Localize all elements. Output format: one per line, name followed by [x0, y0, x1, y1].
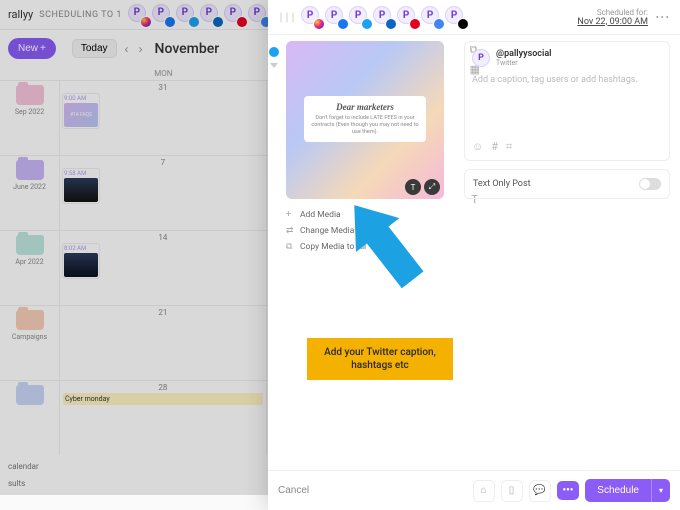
facebook-icon	[337, 18, 349, 30]
sidebar-folder[interactable]: Sep 2022	[0, 80, 60, 155]
linkedin-icon	[385, 18, 397, 30]
account-network: Twitter	[496, 59, 552, 67]
annotation-label: Add your Twitter caption, hashtags etc	[307, 338, 453, 380]
sidebar-folder[interactable]: Campaigns	[0, 305, 60, 380]
emoji-icon[interactable]: ☺	[472, 140, 483, 154]
month-label: November	[155, 41, 220, 57]
schedule-dropdown-button[interactable]: ▾	[651, 479, 670, 502]
scheduling-to-label: SCHEDULING TO 1	[39, 10, 122, 20]
media-body-text: Don't forget to include LATE FEES in you…	[310, 115, 420, 136]
plus-icon: +	[40, 43, 46, 54]
media-preview[interactable]: Dear marketers Don't forget to include L…	[286, 41, 444, 199]
text-only-row: Text Only Post	[464, 169, 670, 199]
linkedin-icon	[212, 16, 224, 28]
change-media-button[interactable]: ⇄Change Media	[286, 223, 454, 239]
twitter-indicator-icon	[269, 47, 279, 57]
account-avatar: P	[472, 49, 490, 67]
weekday-mon: MON	[60, 69, 267, 78]
post-tile[interactable]: 9:58 AM	[62, 168, 100, 204]
account-handle: @pallyysocial	[496, 49, 552, 59]
prev-month-button[interactable]: ‹	[123, 42, 131, 56]
twitter-icon	[188, 16, 200, 28]
scheduled-datetime[interactable]: Nov 22, 09:00 AM	[577, 17, 648, 27]
add-media-button[interactable]: +Add Media	[286, 207, 454, 223]
sidebar-folder[interactable]: Apr 2022	[0, 230, 60, 305]
calendar-day-cell[interactable]: 21	[60, 305, 267, 380]
plus-icon: +	[286, 210, 296, 220]
google-icon	[433, 18, 445, 30]
calendar-day-cell[interactable]: 79:58 AM	[60, 155, 267, 230]
media-title: Dear marketers	[310, 102, 420, 112]
post-tile[interactable]: 8:02 AM	[62, 243, 100, 279]
sidebar-folder[interactable]	[0, 380, 60, 455]
swap-icon: ⇄	[286, 226, 296, 236]
instagram-icon	[313, 18, 325, 30]
tag-overlay-button[interactable]: T	[405, 179, 421, 195]
pinterest-icon	[236, 16, 248, 28]
schedule-button[interactable]: Schedule	[585, 479, 651, 502]
calendar-day-cell[interactable]: 148:02 AM	[60, 230, 267, 305]
caption-input[interactable]: Add a caption, tag users or add hashtags…	[472, 75, 662, 85]
expand-overlay-button[interactable]: ⤢	[424, 179, 440, 195]
more-menu-button[interactable]: ⋮	[654, 10, 670, 24]
hashtag-icon[interactable]: #	[491, 140, 498, 154]
instagram-icon	[140, 16, 152, 28]
composer-panel: ||| P P P P P P P Scheduled for: Nov 22,…	[268, 0, 680, 510]
header-channel-row: P P P P P P	[128, 4, 270, 26]
drag-handle-icon[interactable]: |||	[278, 12, 296, 23]
sidebar-folder[interactable]: June 2022	[0, 155, 60, 230]
tag-button[interactable]: ⌂	[473, 480, 495, 502]
template-icon[interactable]: ⌗	[506, 140, 512, 154]
channel-chip[interactable]: P	[325, 6, 347, 28]
facebook-icon	[164, 16, 176, 28]
next-month-button[interactable]: ›	[137, 42, 145, 56]
collapse-icon[interactable]	[270, 63, 278, 68]
brand-label: rallyy	[8, 8, 33, 21]
channel-chip[interactable]: P	[301, 6, 323, 28]
mobile-preview-button[interactable]: ▯	[501, 480, 523, 502]
copy-icon: ⧉	[286, 242, 296, 252]
caption-card: P @pallyysocial Twitter Add a caption, t…	[464, 41, 670, 161]
calendar-day-cell[interactable]: 28Cyber monday	[60, 380, 267, 455]
channel-chip[interactable]: P	[397, 6, 419, 28]
channel-chip[interactable]: P	[421, 6, 443, 28]
twitter-icon	[361, 18, 373, 30]
calendar-note[interactable]: Cyber monday	[63, 393, 263, 405]
pinterest-icon	[409, 18, 421, 30]
post-tile[interactable]: 9:00 AM#14 FAQS	[62, 93, 100, 129]
comment-button[interactable]: 💬	[529, 480, 551, 502]
channel-chip[interactable]: P	[445, 6, 467, 28]
text-only-toggle[interactable]	[639, 178, 661, 190]
tiktok-icon	[457, 18, 469, 30]
more-options-button[interactable]: •••	[557, 481, 580, 500]
calendar-day-cell[interactable]: 319:00 AM#14 FAQS	[60, 80, 267, 155]
today-button[interactable]: Today	[72, 39, 117, 58]
scheduled-for-label: Scheduled for:	[577, 8, 648, 17]
cancel-button[interactable]: Cancel	[278, 485, 309, 496]
channel-chip[interactable]: P	[373, 6, 395, 28]
text-only-label: Text Only Post	[473, 179, 531, 189]
copy-media-button[interactable]: ⧉Copy Media to All	[286, 239, 454, 255]
channel-chip[interactable]: P	[349, 6, 371, 28]
new-button[interactable]: New +	[8, 38, 56, 59]
